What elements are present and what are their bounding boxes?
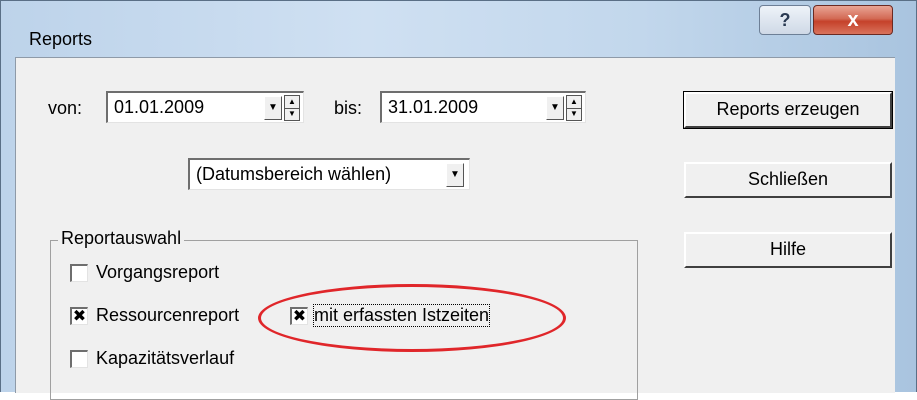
kapazitaetsverlauf-checkbox[interactable] [70,350,88,368]
chevron-down-icon[interactable]: ▼ [446,163,464,187]
from-date-dropdown-icon[interactable]: ▼ [264,96,282,120]
to-date-label: bis: [334,98,363,118]
close-button[interactable]: Schließen [684,162,892,198]
generate-reports-button[interactable]: Reports erzeugen [683,91,893,129]
help-button[interactable]: Hilfe [684,232,892,268]
from-date-label: von: [48,98,83,118]
title-bar[interactable]: Reports ? x [1,1,917,57]
to-date-value: 31.01.2009 [388,97,479,117]
from-date-field[interactable]: 01.01.2009 ▼ ▲ ▼ [106,91,304,123]
to-date-spinner[interactable]: ▲ ▼ [566,95,582,121]
ressourcenreport-label[interactable]: Ressourcenreport [96,305,239,326]
group-title: Reportauswahl [58,228,185,249]
window-title: Reports [29,29,93,49]
vorgangsreport-checkbox[interactable] [70,264,88,282]
to-date-field[interactable]: 31.01.2009 ▼ ▲ ▼ [380,91,586,123]
from-date-value: 01.01.2009 [114,97,205,117]
close-window-button[interactable]: x [813,5,893,35]
spin-down-icon[interactable]: ▼ [285,108,299,120]
kapazitaetsverlauf-label[interactable]: Kapazitätsverlauf [96,348,234,369]
from-date-spinner[interactable]: ▲ ▼ [284,95,300,121]
spin-down-icon[interactable]: ▼ [567,108,581,120]
vorgangsreport-label[interactable]: Vorgangsreport [96,262,219,283]
date-range-select[interactable]: (Datumsbereich wählen) ▼ [188,158,470,190]
highlight-ellipse [258,284,566,352]
ressourcenreport-checkbox[interactable]: ✖ [70,307,88,325]
to-date-dropdown-icon[interactable]: ▼ [546,96,564,120]
help-title-button[interactable]: ? [759,5,811,35]
date-range-value: (Datumsbereich wählen) [196,164,392,184]
